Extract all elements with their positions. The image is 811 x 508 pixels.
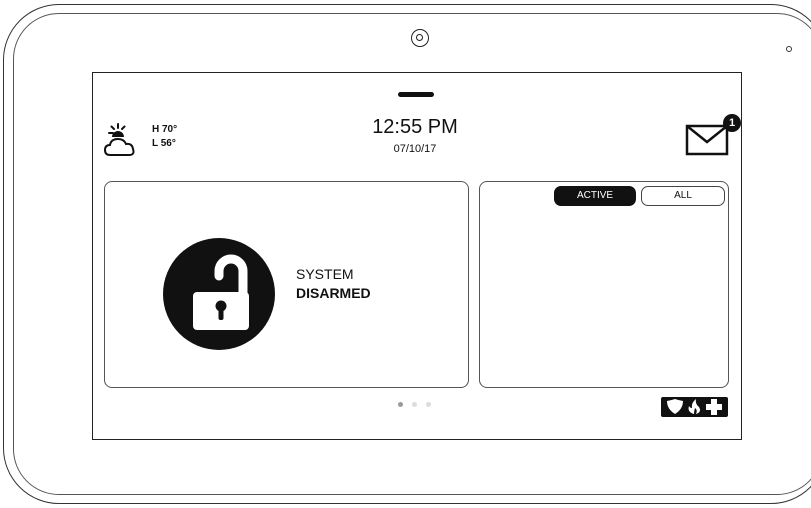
pull-down-handle[interactable] xyxy=(398,92,434,97)
events-panel xyxy=(479,181,729,388)
emergency-icons xyxy=(667,399,722,415)
sensor-dot xyxy=(786,46,792,52)
messages-button[interactable]: 1 xyxy=(683,114,743,158)
emergency-button[interactable] xyxy=(661,397,728,417)
disarm-arm-button[interactable] xyxy=(163,238,275,350)
unlocked-padlock-icon xyxy=(193,254,249,330)
medical-cross-icon xyxy=(706,399,722,415)
system-status-panel[interactable] xyxy=(104,181,469,388)
status-value: DISARMED xyxy=(296,285,371,301)
envelope-icon xyxy=(685,124,729,156)
page-dot-3[interactable] xyxy=(426,402,431,407)
page-dot-2[interactable] xyxy=(412,402,417,407)
clock-date: 07/10/17 xyxy=(393,143,437,155)
status-label: SYSTEM xyxy=(296,266,354,282)
temperature-low: L 56° xyxy=(152,138,176,149)
message-count-badge: 1 xyxy=(723,114,741,132)
page-indicator xyxy=(396,402,436,410)
weather-widget[interactable]: H 70° L 56° xyxy=(104,120,194,160)
page-dot-1[interactable] xyxy=(398,402,403,407)
tab-active[interactable]: ACTIVE xyxy=(554,186,636,206)
temperature-high: H 70° xyxy=(152,124,178,135)
fire-icon xyxy=(688,399,700,414)
partly-cloudy-icon xyxy=(104,123,135,156)
shield-icon xyxy=(667,399,683,414)
tab-all[interactable]: ALL xyxy=(641,186,725,206)
camera-icon xyxy=(411,29,429,47)
clock-time: 12:55 PM xyxy=(372,116,458,138)
